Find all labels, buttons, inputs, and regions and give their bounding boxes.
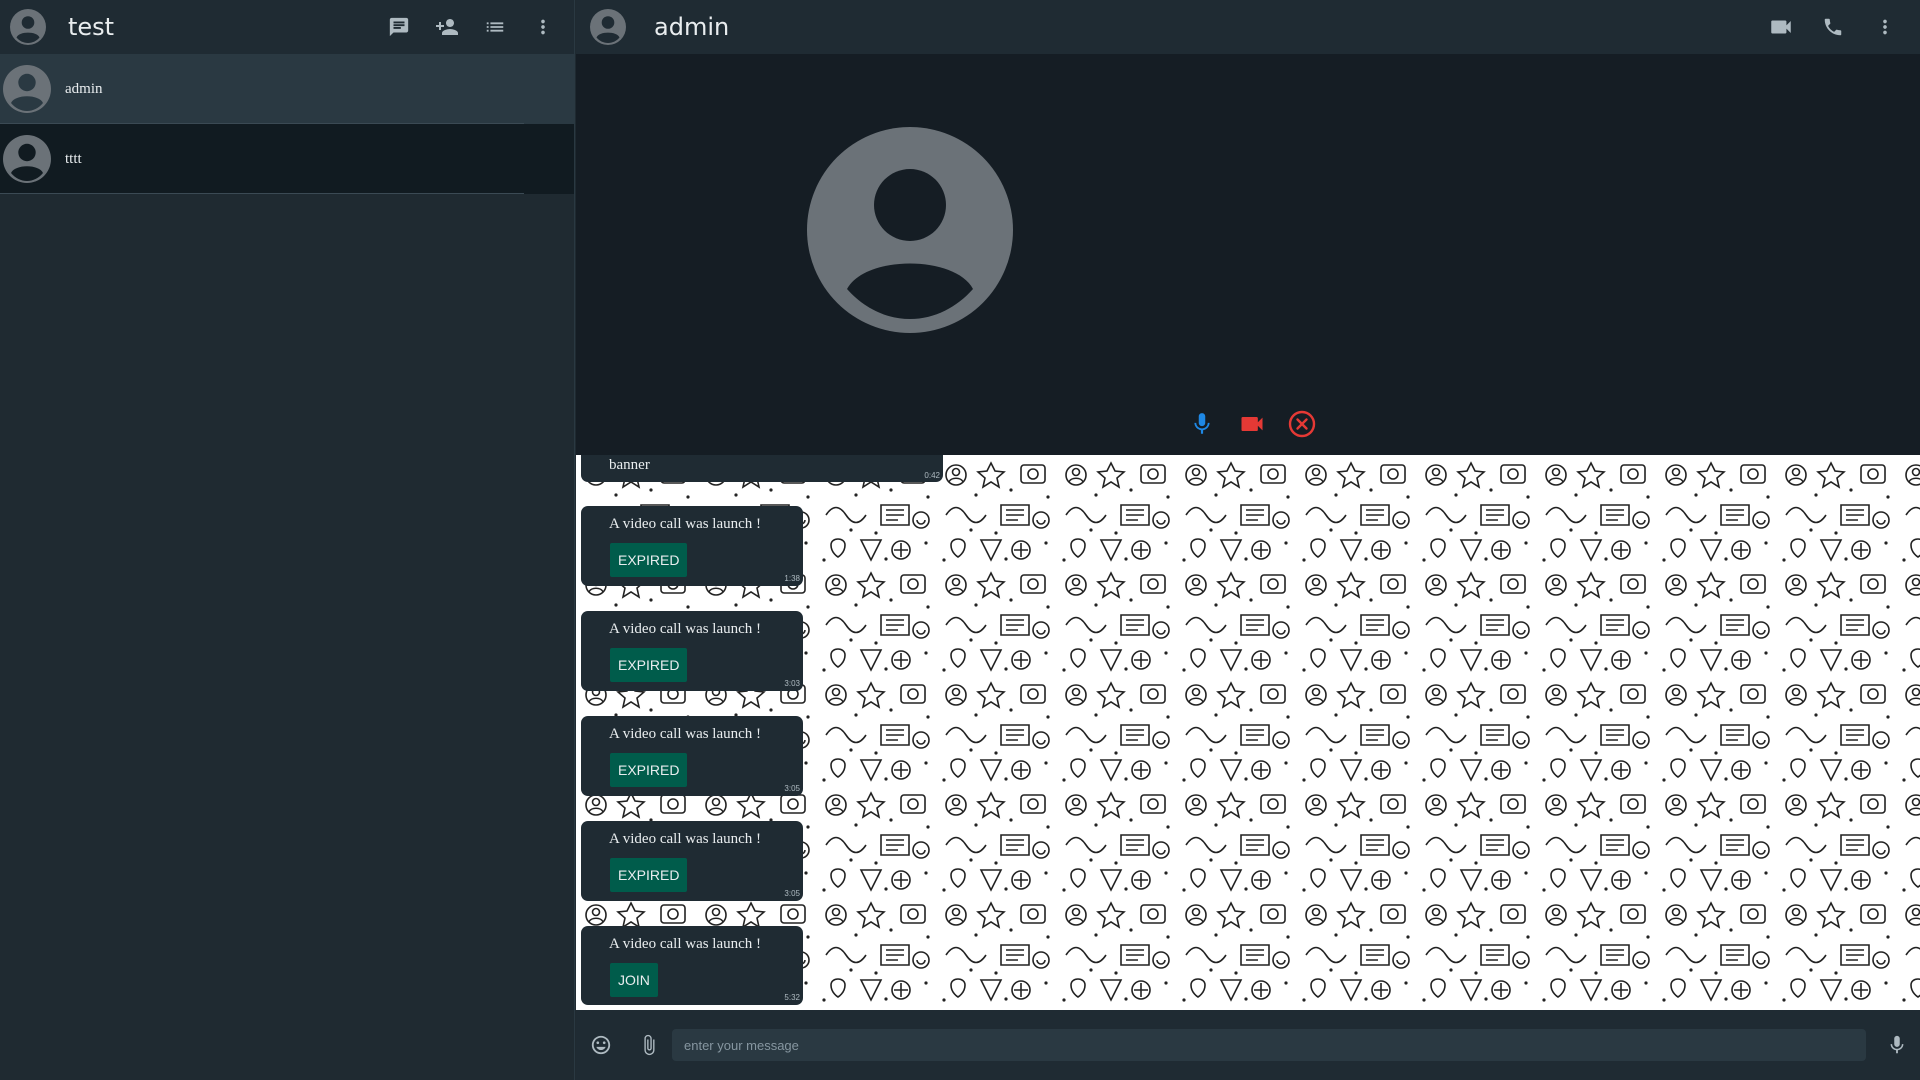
message-text: A video call was launch ! [609,831,762,847]
more-options-icon[interactable] [528,12,558,42]
conversation-pane: admin banner 0:42 A video call was launc… [576,0,1920,1080]
contact-divider [0,193,524,194]
message-time: 3:03 [784,679,800,688]
remote-user-avatar [807,127,1013,333]
expired-button[interactable]: EXPIRED [610,858,688,892]
message-text: A video call was launch ! [609,516,762,532]
contact-name: admin [65,80,103,97]
new-chat-icon[interactable] [384,12,414,42]
video-call-message: A video call was launch ! EXPIRED 3:05 [581,716,803,796]
profile-avatar[interactable] [10,9,46,45]
message-composer [576,1010,1920,1080]
phone-call-icon[interactable] [1818,12,1848,42]
contact-item-admin[interactable]: admin [0,54,574,124]
contact-avatar [3,135,51,183]
video-call-message: A video call was launch ! EXPIRED 3:05 [581,821,803,901]
video-call-area [576,54,1920,455]
more-options-icon[interactable] [1870,12,1900,42]
contact-item-tttt[interactable]: tttt [0,124,574,194]
message-time: 1:38 [784,574,800,583]
user-name: test [68,13,115,41]
expired-button[interactable]: EXPIRED [610,648,688,682]
chat-list-header: test [0,0,574,54]
message-text: A video call was launch ! [609,936,762,952]
conversation-avatar[interactable] [590,9,626,45]
conversation-title: admin [654,13,730,41]
hang-up-icon[interactable] [1288,410,1316,438]
call-controls [1188,410,1316,438]
message-text: A video call was launch ! [609,726,762,742]
message-bubble-banner: banner 0:42 [581,455,943,482]
contact-name: tttt [65,150,82,167]
message-time: 3:05 [784,784,800,793]
message-input[interactable] [672,1029,1866,1061]
list-icon[interactable] [480,12,510,42]
video-call-icon[interactable] [1766,12,1796,42]
video-call-message: A video call was launch ! EXPIRED 3:03 [581,611,803,691]
message-text: banner [609,457,650,473]
attachment-icon[interactable] [634,1030,664,1060]
voice-message-icon[interactable] [1882,1030,1912,1060]
video-call-message: A video call was launch ! EXPIRED 1:38 [581,506,803,586]
message-time: 5:32 [784,993,800,1002]
video-call-message: A video call was launch ! JOIN 5:32 [581,926,803,1005]
camera-icon[interactable] [1238,410,1266,438]
microphone-icon[interactable] [1188,410,1216,438]
message-time: 0:42 [924,471,940,480]
emoji-icon[interactable] [586,1030,616,1060]
message-text: A video call was launch ! [609,621,762,637]
expired-button[interactable]: EXPIRED [610,753,688,787]
join-button[interactable]: JOIN [610,963,658,997]
contact-avatar [3,65,51,113]
conversation-header: admin [576,0,1920,54]
message-time: 3:05 [784,889,800,898]
expired-button[interactable]: EXPIRED [610,543,688,577]
chat-list-pane: test admin tttt [0,0,575,1080]
add-contact-icon[interactable] [432,12,462,42]
